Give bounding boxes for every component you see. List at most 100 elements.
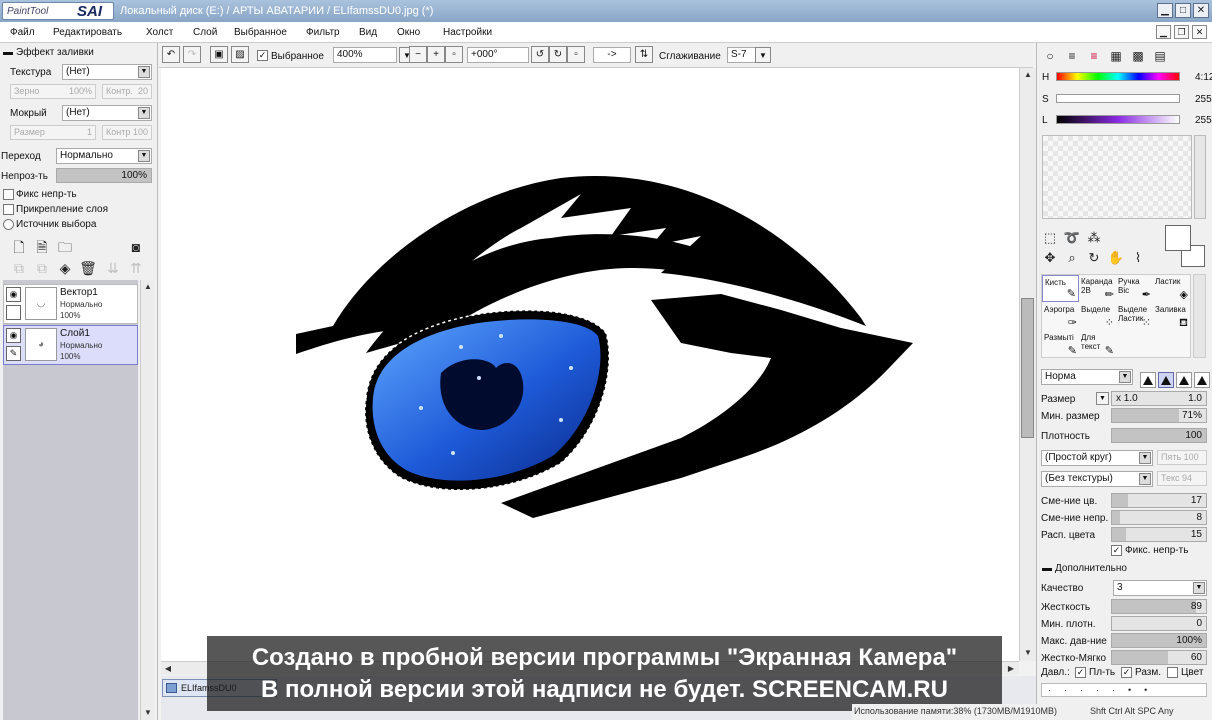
layers-scrollbar[interactable]: ▲ ▼ [140, 280, 154, 720]
hsv-sliders-icon[interactable]: ≡ [1085, 47, 1103, 65]
layer-layer1[interactable]: ◉ ✎ ◕ Слой1 Нормально 100% [3, 325, 138, 365]
swatches-icon[interactable]: ▩ [1129, 47, 1147, 65]
paste-layer-icon[interactable]: ⧉ [33, 259, 51, 277]
copy-layer-icon[interactable]: ⧉ [10, 259, 28, 277]
zoom-icon[interactable]: ⌕ [1063, 249, 1081, 267]
color-wheel-icon[interactable]: ○ [1041, 47, 1059, 65]
brush-shape-hard[interactable] [1176, 372, 1192, 388]
tool-pencil[interactable]: Каранда 2B ✏ [1079, 275, 1116, 302]
size-slider[interactable]: x 1.0 1.0 [1111, 391, 1207, 406]
lightness-slider[interactable] [1056, 115, 1180, 124]
zoom-in-icon[interactable]: + [427, 46, 445, 63]
tool-pen[interactable]: Ручка Вic ✒ [1116, 275, 1153, 302]
eyedropper-icon[interactable]: ⌇ [1129, 249, 1147, 267]
pressure-density-checkbox[interactable]: ✓ [1075, 667, 1086, 678]
redo-icon[interactable]: ↷ [183, 46, 201, 63]
rgb-sliders-icon[interactable]: ≡ [1063, 47, 1081, 65]
hard-soft-slider[interactable]: 60 [1111, 650, 1207, 665]
tool-blur[interactable]: Размыті ✎ [1042, 331, 1079, 358]
tool-select-eraser[interactable]: Выделе Ластик ⁙ [1116, 303, 1153, 330]
chevron-down-icon[interactable]: ▼ [1096, 392, 1109, 405]
tool-select-pen[interactable]: Выделе ⁘ [1079, 303, 1116, 330]
density-slider[interactable]: 100 [1111, 428, 1207, 443]
menu-settings[interactable]: Настройки [443, 27, 492, 38]
zoom-reset-icon[interactable]: ▫ [445, 46, 463, 63]
fix-opacity-brush-checkbox[interactable]: ✓ [1111, 545, 1122, 556]
tool-brush[interactable]: Кисть ✎ [1042, 275, 1079, 302]
pressure-color-checkbox[interactable] [1167, 667, 1178, 678]
layer-mask-icon[interactable]: ◙ [127, 238, 145, 256]
move-icon[interactable]: ✥ [1041, 249, 1059, 267]
clip-layer-checkbox[interactable] [3, 204, 14, 215]
maximize-button[interactable]: □ [1175, 3, 1191, 18]
scratchpad[interactable] [1042, 135, 1192, 219]
tool-bucket[interactable]: Заливка ⛾ [1153, 303, 1190, 330]
new-layer-icon[interactable]: 🗋 [10, 238, 28, 256]
menu-canvas[interactable]: Холст [146, 27, 173, 38]
doc-restore-button[interactable]: ❐ [1174, 25, 1189, 39]
drawing-canvas[interactable] [161, 68, 1019, 661]
minimize-button[interactable]: ▁ [1157, 3, 1173, 18]
min-density-slider[interactable]: 0 [1111, 616, 1207, 631]
menu-edit[interactable]: Редактировать [53, 27, 122, 38]
rotation-field[interactable]: +000° [467, 47, 529, 63]
new-folder-icon[interactable]: 🗀 [56, 238, 74, 256]
deselect-icon[interactable]: ▣ [210, 46, 228, 63]
scroll-left-icon[interactable]: ◀ [161, 662, 175, 676]
scroll-down-icon[interactable]: ▼ [1021, 646, 1035, 660]
zoom-dropdown[interactable]: 400% [333, 47, 397, 63]
brush-size-presets[interactable]: ·····•• [1041, 683, 1207, 697]
scratchpad-icon[interactable]: ▤ [1151, 47, 1169, 65]
tool-eraser[interactable]: Ластик ◈ [1153, 275, 1190, 302]
menu-filter[interactable]: Фильтр [306, 27, 340, 38]
doc-minimize-button[interactable]: ▁ [1156, 25, 1171, 39]
max-pressure-slider[interactable]: 100% [1111, 633, 1207, 648]
doc-close-button[interactable]: ✕ [1192, 25, 1207, 39]
scroll-up-icon[interactable]: ▲ [1021, 68, 1035, 82]
brush-texture-dropdown[interactable]: (Без текстуры) ▼ [1041, 471, 1153, 487]
wet-dropdown[interactable]: (Нет) ▼ [62, 105, 152, 121]
opacity-slider[interactable]: 100% [56, 168, 152, 183]
layer-edit-toggle[interactable] [6, 305, 21, 320]
hardness-slider[interactable]: 89 [1111, 599, 1207, 614]
invert-selection-icon[interactable]: ▨ [231, 46, 249, 63]
clear-layer-icon[interactable]: ◈ [56, 259, 74, 277]
scroll-down-icon[interactable]: ▼ [141, 706, 155, 720]
rotate-icon[interactable]: ↻ [1085, 249, 1103, 267]
flip-vertical-icon[interactable]: ⇅ [635, 46, 653, 63]
rect-select-icon[interactable]: ⬚ [1041, 229, 1059, 247]
undo-icon[interactable]: ↶ [162, 46, 180, 63]
menu-window[interactable]: Окно [397, 27, 420, 38]
rotate-right-icon[interactable]: ↻ [549, 46, 567, 63]
fill-effect-collapse-icon[interactable]: ▬ [3, 47, 13, 58]
brush-shape-soft[interactable] [1140, 372, 1156, 388]
lasso-icon[interactable]: ➰ [1063, 229, 1081, 247]
hue-slider[interactable] [1056, 72, 1180, 81]
eye-icon[interactable]: ◉ [6, 287, 21, 302]
canvas-vertical-scrollbar[interactable]: ▲ ▼ [1019, 68, 1036, 661]
tool-text[interactable]: Для текст ✎ [1079, 331, 1116, 358]
merge-down-icon[interactable]: ⇊ [104, 259, 122, 277]
pencil-icon[interactable]: ✎ [6, 346, 21, 361]
menu-file[interactable]: Файл [10, 27, 35, 38]
menu-view[interactable]: Вид [359, 27, 377, 38]
brush-blend-dropdown[interactable]: Норма ▼ [1041, 369, 1133, 385]
texture-dropdown[interactable]: (Нет) ▼ [62, 64, 152, 80]
selection-source-radio[interactable] [3, 219, 14, 230]
saturation-slider[interactable] [1056, 94, 1180, 103]
blend-mode-dropdown[interactable]: Нормально ▼ [56, 148, 152, 164]
tool-grid-scrollbar[interactable] [1193, 274, 1206, 358]
quality-dropdown[interactable]: 3 ▼ [1113, 580, 1207, 596]
foreground-color-swatch[interactable] [1165, 225, 1191, 251]
tool-airbrush[interactable]: Аэрогра ✑ [1042, 303, 1079, 330]
menu-layer[interactable]: Слой [193, 27, 217, 38]
rotate-reset-icon[interactable]: ▫ [567, 46, 585, 63]
scrollbar-thumb[interactable] [1021, 298, 1034, 438]
advanced-collapse-icon[interactable]: ▬ [1042, 563, 1052, 574]
scroll-right-icon[interactable]: ▶ [1004, 662, 1018, 676]
brush-shape-square[interactable] [1194, 372, 1210, 388]
close-button[interactable]: ✕ [1193, 3, 1209, 18]
menu-selection[interactable]: Выбранное [234, 27, 287, 38]
pressure-size-checkbox[interactable]: ✓ [1121, 667, 1132, 678]
delete-layer-icon[interactable]: 🗑 [79, 259, 97, 277]
